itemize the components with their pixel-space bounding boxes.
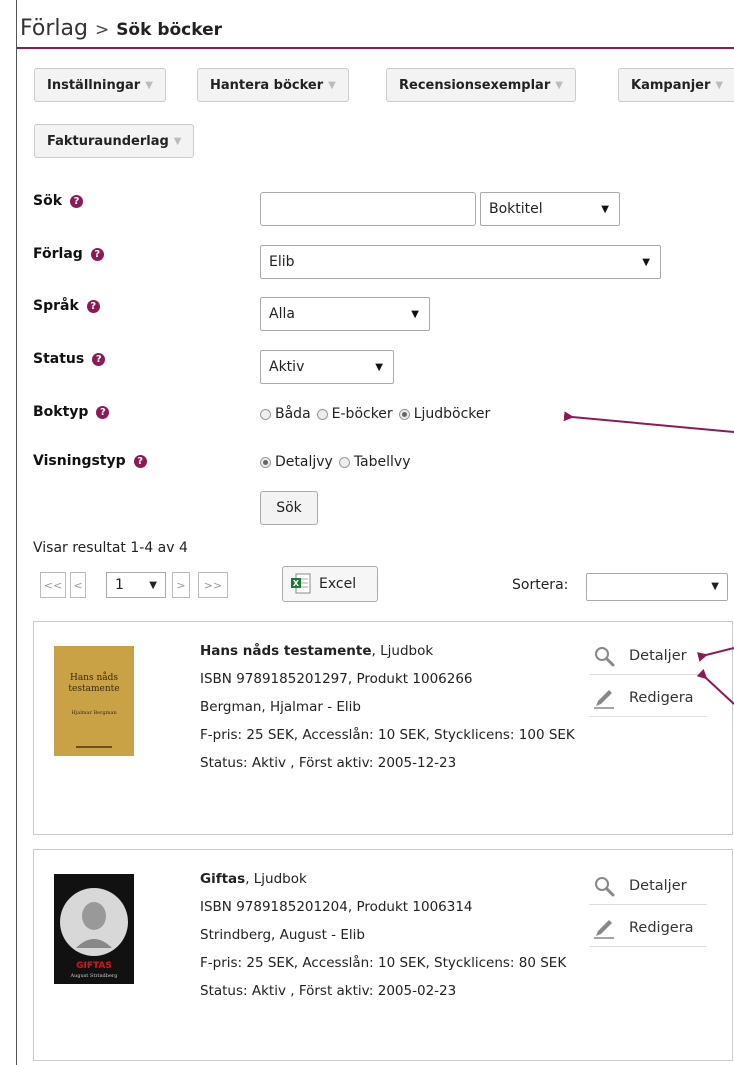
- cover-author: August Strindberg: [69, 973, 118, 979]
- help-icon[interactable]: ?: [96, 405, 110, 419]
- book-info: Hans nåds testamente, Ljudbok ISBN 97891…: [200, 642, 595, 782]
- result-card: GIFTAS August Strindberg Giftas, Ljudbok…: [33, 849, 733, 1061]
- language-select[interactable]: Alla ▼: [260, 297, 430, 331]
- caret-down-icon: ▼: [145, 79, 153, 91]
- help-icon[interactable]: ?: [90, 247, 104, 261]
- book-isbn: ISBN 9789185201297, Produkt 1006266: [200, 671, 473, 687]
- viewtype-label: Visningstyp?: [33, 453, 147, 469]
- book-type: , Ljudbok: [245, 871, 307, 887]
- sort-label: Sortera:: [512, 577, 569, 593]
- radio-button-checked[interactable]: [398, 408, 410, 420]
- menu-installningar[interactable]: Inställningar ▼: [34, 68, 166, 102]
- cover-title: Hans nåds: [70, 671, 118, 683]
- book-author: Bergman, Hjalmar - Elib: [200, 699, 361, 715]
- search-label: Sök?: [33, 193, 84, 209]
- pencil-icon: [594, 690, 614, 709]
- pager-first-button[interactable]: <<: [40, 572, 66, 598]
- help-icon[interactable]: ?: [70, 194, 84, 208]
- search-type-select[interactable]: Boktitel ▼: [480, 192, 620, 226]
- edit-button[interactable]: Redigera: [589, 680, 707, 717]
- cover-author: Hjalmar Bergman: [71, 710, 117, 716]
- book-title[interactable]: Giftas: [200, 871, 245, 887]
- edit-button[interactable]: Redigera: [589, 910, 707, 947]
- search-input[interactable]: [260, 192, 476, 226]
- breadcrumb-separator: >: [94, 20, 110, 40]
- pencil-icon: [594, 920, 614, 939]
- book-info: Giftas, Ljudbok ISBN 9789185201204, Prod…: [200, 870, 595, 1010]
- sort-select[interactable]: ▼: [586, 573, 728, 601]
- cover-title-2: testamente: [68, 684, 119, 694]
- menu-recensionsexemplar[interactable]: Recensionsexemplar ▼: [386, 68, 576, 102]
- booktype-option-ebocker[interactable]: E-böcker: [316, 406, 393, 422]
- viewtype-option-detaljvy[interactable]: Detaljvy: [260, 454, 333, 470]
- booktype-radio-group: Båda E-böcker Ljudböcker: [260, 406, 496, 422]
- svg-text:X: X: [293, 579, 300, 588]
- help-icon[interactable]: ?: [92, 352, 106, 366]
- publisher-label: Förlag?: [33, 246, 104, 262]
- breadcrumb: Förlag > Sök böcker: [20, 16, 222, 41]
- menu-kampanjer[interactable]: Kampanjer ▼: [618, 68, 734, 102]
- book-status: Status: Aktiv , Först aktiv: 2005-02-23: [200, 983, 457, 999]
- result-summary: Visar resultat 1-4 av 4: [33, 540, 188, 556]
- book-cover[interactable]: Hans nåds testamente Hjalmar Bergman: [54, 646, 134, 756]
- select-arrow-icon: ▼: [149, 579, 157, 591]
- book-price: F-pris: 25 SEK, Accesslån: 10 SEK, Styck…: [200, 727, 575, 743]
- language-label: Språk?: [33, 298, 100, 314]
- book-type: , Ljudbok: [371, 643, 434, 659]
- viewtype-option-tabellvy[interactable]: Tabellvy: [338, 454, 410, 470]
- radio-button[interactable]: [316, 408, 328, 420]
- radio-button[interactable]: [260, 408, 271, 420]
- publisher-select[interactable]: Elib ▼: [260, 245, 661, 279]
- header-divider: [17, 47, 734, 49]
- menu-hantera-bocker[interactable]: Hantera böcker ▼: [197, 68, 349, 102]
- radio-button[interactable]: [338, 456, 350, 468]
- status-label: Status?: [33, 351, 106, 367]
- magnifier-icon: [595, 647, 615, 667]
- pager-page-select[interactable]: 1 ▼: [106, 572, 166, 598]
- book-author: Strindberg, August - Elib: [200, 927, 365, 943]
- caret-down-icon: ▼: [328, 79, 336, 91]
- page-title: Sök böcker: [116, 20, 223, 40]
- search-button[interactable]: Sök: [260, 491, 318, 525]
- pager-next-button[interactable]: >: [172, 572, 190, 598]
- select-arrow-icon: ▼: [601, 203, 609, 215]
- select-arrow-icon: ▼: [642, 256, 650, 268]
- details-button[interactable]: Detaljer: [589, 868, 707, 905]
- booktype-label: Boktyp?: [33, 404, 110, 420]
- caret-down-icon: ▼: [715, 79, 724, 91]
- book-title[interactable]: Hans nåds testamente: [200, 643, 372, 659]
- radio-button-checked[interactable]: [260, 456, 271, 468]
- cover-title: GIFTAS: [76, 961, 112, 971]
- book-cover-image: GIFTAS August Strindberg: [54, 874, 134, 984]
- book-status: Status: Aktiv , Först aktiv: 2005-12-23: [200, 755, 457, 771]
- booktype-option-ljudbocker[interactable]: Ljudböcker: [398, 406, 490, 422]
- book-cover[interactable]: GIFTAS August Strindberg: [54, 874, 134, 984]
- pager-last-button[interactable]: >>: [198, 572, 228, 598]
- help-icon[interactable]: ?: [133, 454, 147, 468]
- select-arrow-icon: ▼: [411, 308, 419, 320]
- caret-down-icon: ▼: [555, 79, 563, 91]
- details-button[interactable]: Detaljer: [589, 638, 707, 675]
- viewtype-radio-group: Detaljvy Tabellvy: [260, 454, 416, 470]
- pager-prev-button[interactable]: <: [70, 572, 86, 598]
- breadcrumb-parent[interactable]: Förlag: [20, 16, 88, 41]
- book-isbn: ISBN 9789185201204, Produkt 1006314: [200, 899, 473, 915]
- menu-fakturaunderlag[interactable]: Fakturaunderlag ▼: [34, 124, 195, 158]
- select-arrow-icon: ▼: [711, 581, 719, 592]
- status-select[interactable]: Aktiv ▼: [260, 350, 394, 384]
- excel-icon: X: [291, 573, 311, 594]
- book-cover-image: Hans nåds testamente Hjalmar Bergman: [54, 646, 134, 756]
- magnifier-icon: [595, 877, 615, 897]
- result-card: Hans nåds testamente Hjalmar Bergman Han…: [33, 621, 733, 835]
- excel-export-button[interactable]: X Excel: [282, 566, 378, 602]
- caret-down-icon: ▼: [173, 135, 182, 147]
- book-price: F-pris: 25 SEK, Accesslån: 10 SEK, Styck…: [200, 955, 567, 971]
- help-icon[interactable]: ?: [86, 299, 100, 313]
- select-arrow-icon: ▼: [375, 361, 383, 373]
- booktype-option-bada[interactable]: Båda: [260, 406, 311, 422]
